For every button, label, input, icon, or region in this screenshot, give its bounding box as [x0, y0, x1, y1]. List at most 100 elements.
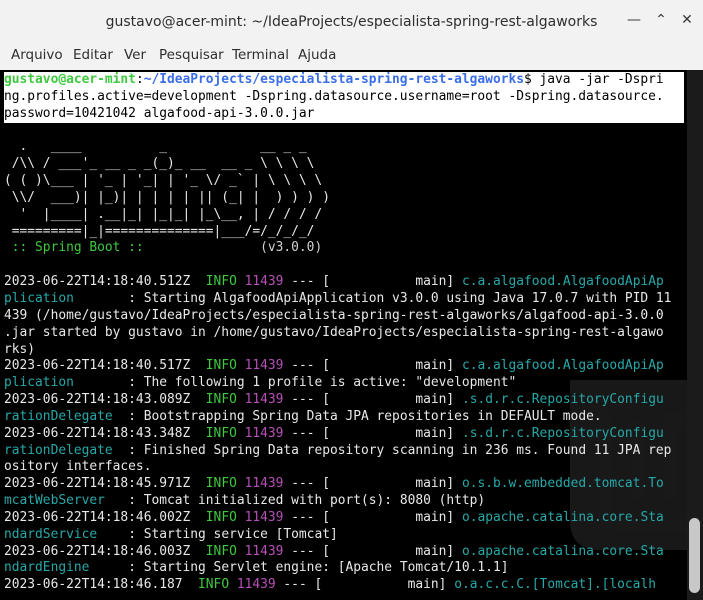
banner-line: ( ( )\___ | '_ | '_| | '_ \/ _` | \ \ \ … [4, 173, 323, 189]
log-thread: [ main] [314, 577, 447, 593]
log-line: 2023-06-22T14:18:46.187 INFO 11439 --- [… [4, 577, 684, 594]
prompt-user: gustavo@acer-mint [4, 72, 136, 87]
minimize-icon[interactable]: — [626, 12, 642, 28]
log-line: ndardService : Starting service [Tomcat] [4, 527, 684, 544]
banner-line: =========|_|==============|___/=/_/_/_/ [4, 223, 315, 239]
log-logger: ndardEngine [4, 560, 121, 576]
log-line: 2023-06-22T14:18:46.003Z INFO 11439 --- … [4, 544, 684, 561]
log-separator: --- [291, 274, 315, 290]
log-timestamp: 2023-06-22T14:18:43.348Z [4, 425, 191, 441]
log-level: INFO [205, 392, 237, 408]
log-thread: [ main] [322, 543, 455, 559]
log-separator: --- [291, 392, 315, 408]
log-line: 2023-06-22T14:18:46.002Z INFO 11439 --- … [4, 510, 684, 527]
log-separator: --- [291, 509, 315, 525]
menu-ver[interactable]: Ver [124, 47, 146, 63]
log-timestamp: 2023-06-22T14:18:45.971Z [4, 476, 191, 492]
log-logger: .s.d.r.c.RepositoryConfigu [461, 425, 664, 441]
log-pid: 11439 [244, 509, 284, 525]
log-logger: o.apache.catalina.core.Sta [461, 543, 664, 559]
log-line: mcatWebServer : Tomcat initialized with … [4, 493, 684, 510]
log-line: 2023-06-22T14:18:43.348Z INFO 11439 --- … [4, 426, 684, 443]
scrollbar-thumb[interactable] [689, 518, 700, 593]
log-message-continuation: rks) [4, 341, 36, 357]
log-message: : Starting service [Tomcat] [128, 526, 338, 542]
log-level: INFO [198, 577, 230, 593]
banner-line: /\\ / ___'_ __ _ _(_)_ __ __ _ \ \ \ \ [4, 156, 315, 172]
log-logger: plication [4, 290, 121, 306]
log-logger: c.a.algafood.AlgafoodApiAp [461, 358, 664, 374]
log-message: : Finished Spring Data repository scanni… [128, 442, 672, 458]
log-logger: rationDelegate [4, 408, 121, 424]
log-thread: [ main] [322, 476, 455, 492]
log-line: 2023-06-22T14:18:40.512Z INFO 11439 --- … [4, 274, 684, 291]
log-message: : Starting AlgafoodApiApplication v3.0.0… [128, 290, 672, 306]
prompt-path: ~/IdeaProjects/especialista-spring-rest-… [143, 72, 524, 87]
prompt-line: gustavo@acer-mint:~/IdeaProjects/especia… [4, 72, 684, 89]
log-message: : Starting Servlet engine: [Apache Tomca… [128, 560, 509, 576]
log-logger: plication [4, 375, 121, 391]
log-logger: rationDelegate [4, 442, 121, 458]
log-timestamp: 2023-06-22T14:18:46.187 [4, 577, 183, 593]
log-pid: 11439 [244, 358, 284, 374]
close-icon[interactable]: ✕ [679, 12, 695, 28]
terminal-lines: gustavo@acer-mint:~/IdeaProjects/especia… [4, 72, 684, 594]
log-pid: 11439 [244, 543, 284, 559]
log-logger: o.a.c.c.C.[Tomcat].[localh [454, 577, 656, 593]
log-pid: 11439 [236, 577, 276, 593]
log-timestamp: 2023-06-22T14:18:40.517Z [4, 358, 191, 374]
log-line: plication : Starting AlgafoodApiApplicat… [4, 291, 684, 308]
log-separator: --- [291, 543, 315, 559]
log-logger: o.s.b.w.embedded.tomcat.To [461, 476, 664, 492]
log-line: plication : The following 1 profile is a… [4, 375, 684, 392]
log-level: INFO [205, 425, 237, 441]
title-bar: gustavo@acer-mint: ~/IdeaProjects/especi… [0, 0, 703, 42]
log-thread: [ main] [322, 274, 455, 290]
log-level: INFO [205, 274, 237, 290]
log-message-continuation: 439 (/home/gustavo/IdeaProjects/especial… [4, 307, 664, 323]
menu-editar[interactable]: Editar [73, 47, 113, 63]
maximize-icon[interactable]: ⌃ [653, 12, 669, 28]
log-thread: [ main] [322, 425, 455, 441]
log-line: 2023-06-22T14:18:43.089Z INFO 11439 --- … [4, 392, 684, 409]
menu-terminal[interactable]: Terminal [232, 47, 289, 63]
log-logger: ndardService [4, 526, 121, 542]
prompt-symbol: $ [523, 72, 532, 87]
spring-boot-version: (v3.0.0) [151, 240, 323, 256]
log-separator: --- [291, 425, 315, 441]
menu-arquivo[interactable]: Arquivo [11, 47, 63, 63]
log-pid: 11439 [244, 425, 284, 441]
log-line: ndardEngine : Starting Servlet engine: [… [4, 560, 684, 577]
log-thread: [ main] [322, 392, 455, 408]
log-level: INFO [205, 509, 237, 525]
log-pid: 11439 [244, 274, 284, 290]
log-thread: [ main] [322, 509, 455, 525]
banner-line: \\/ ___)| |_)| | | | | || (_| | ) ) ) ) [4, 189, 330, 205]
log-separator: --- [291, 358, 315, 374]
log-logger: mcatWebServer [4, 493, 121, 509]
menu-ajuda[interactable]: Ajuda [298, 47, 336, 63]
menu-pesquisar[interactable]: Pesquisar [159, 47, 224, 63]
terminal-output[interactable]: gustavo@acer-mint:~/IdeaProjects/especia… [0, 70, 687, 600]
log-line: 2023-06-22T14:18:45.971Z INFO 11439 --- … [4, 476, 684, 493]
log-line: rationDelegate : Finished Spring Data re… [4, 443, 684, 460]
log-message-continuation: .jar started by gustavo in /home/gustavo… [4, 324, 664, 340]
log-logger: o.apache.catalina.core.Sta [461, 509, 664, 525]
log-pid: 11439 [244, 392, 284, 408]
log-logger: .s.d.r.c.RepositoryConfigu [461, 392, 664, 408]
log-level: INFO [205, 476, 237, 492]
spring-boot-version-line: :: Spring Boot :: (v3.0.0) [4, 240, 684, 257]
menu-bar: Arquivo Editar Ver Pesquisar Terminal Aj… [0, 42, 703, 71]
scrollbar[interactable] [687, 70, 703, 600]
log-separator: --- [283, 577, 307, 593]
log-message-continuation: ository interfaces. [4, 459, 152, 475]
log-timestamp: 2023-06-22T14:18:43.089Z [4, 392, 191, 408]
log-line: 2023-06-22T14:18:40.517Z INFO 11439 --- … [4, 358, 684, 375]
log-logger: c.a.algafood.AlgafoodApiAp [461, 274, 664, 290]
command-text: java -jar -Dspri [531, 72, 664, 87]
log-timestamp: 2023-06-22T14:18:46.002Z [4, 509, 191, 525]
log-timestamp: 2023-06-22T14:18:46.003Z [4, 543, 191, 559]
banner-line [4, 123, 684, 140]
log-line: rationDelegate : Bootstrapping Spring Da… [4, 409, 684, 426]
